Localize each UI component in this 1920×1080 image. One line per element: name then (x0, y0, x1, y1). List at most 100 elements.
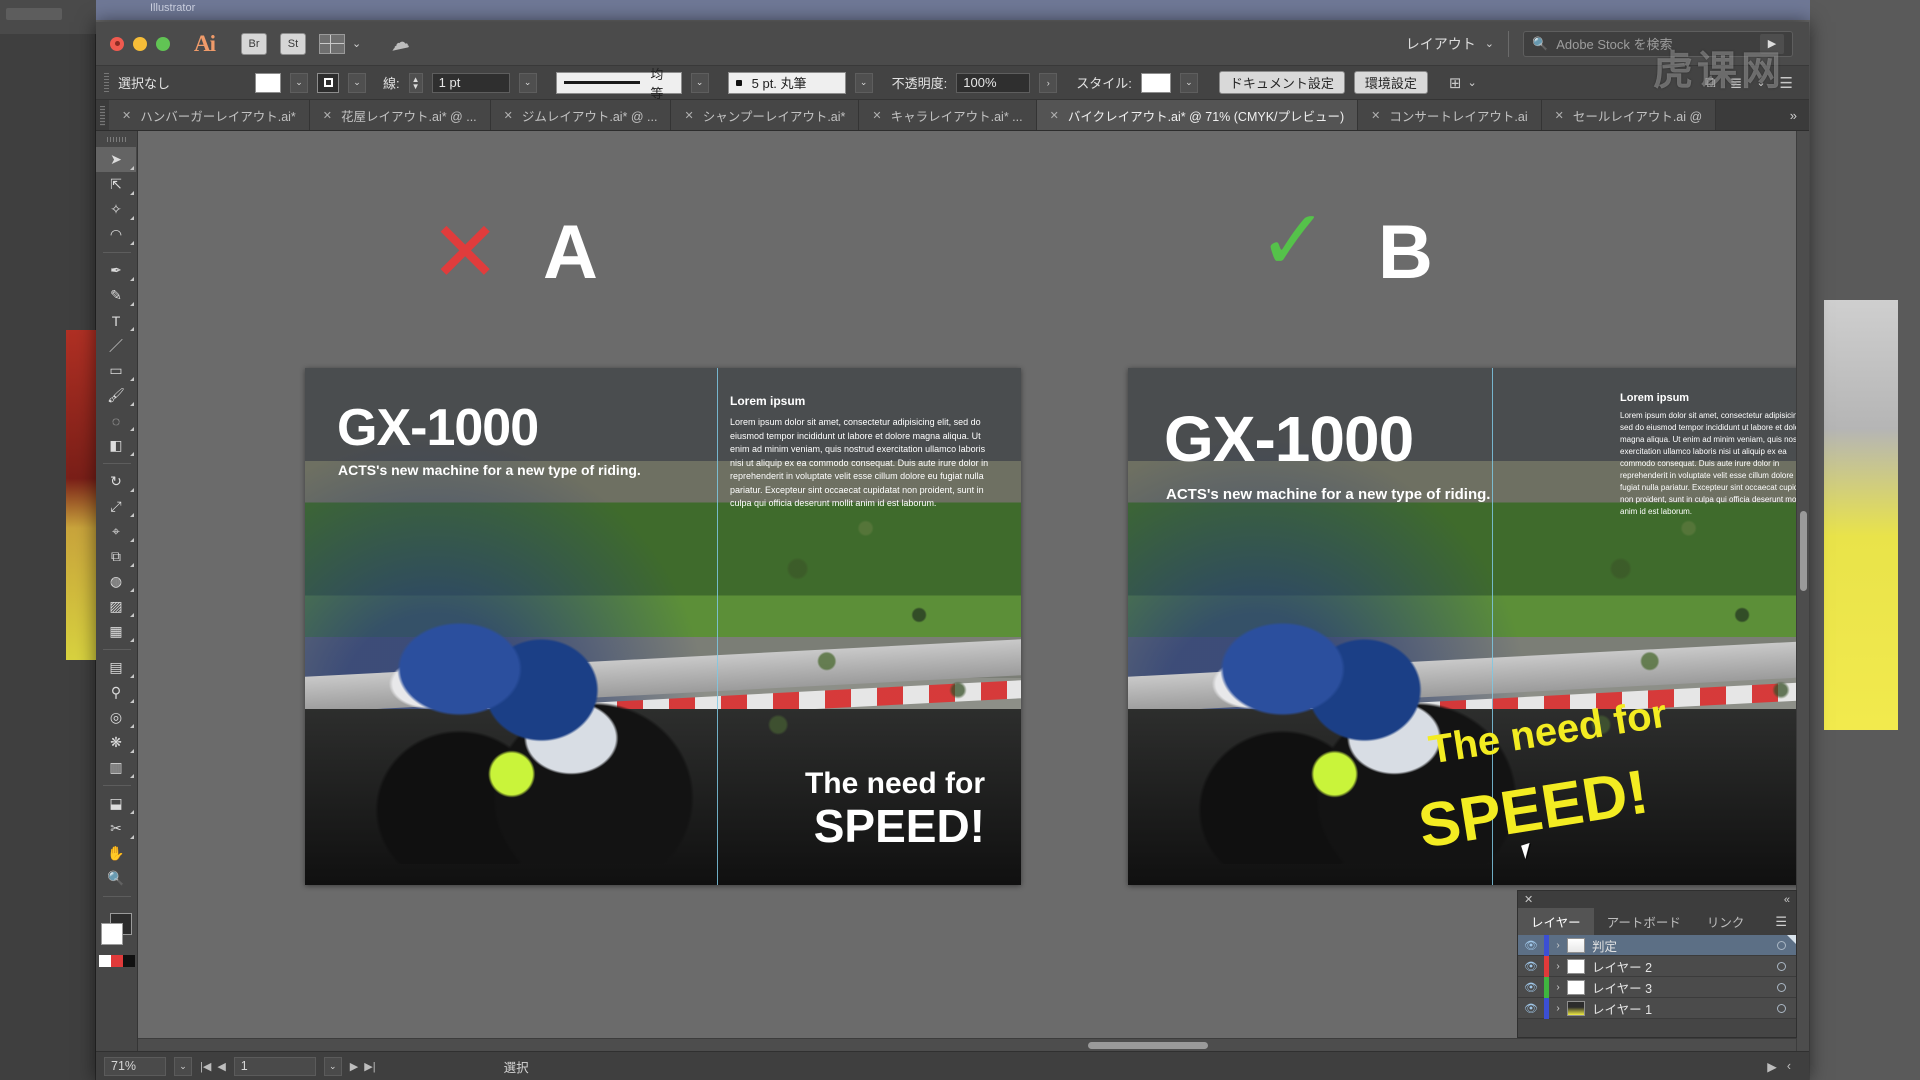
fill-color-box[interactable] (101, 923, 123, 945)
blend-tool[interactable]: ◎ (96, 705, 136, 730)
stroke-profile-dropdown-icon[interactable]: ⌄ (690, 72, 709, 93)
color-swatch-white[interactable] (98, 955, 111, 967)
scale-tool[interactable]: ⤢ (96, 494, 136, 519)
first-artboard-button[interactable]: |◀ (200, 1060, 211, 1073)
slice-tool[interactable]: ✂ (96, 816, 136, 841)
rectangle-tool[interactable]: ▭ (96, 358, 136, 383)
visibility-eye-icon[interactable]: 👁 (1518, 939, 1544, 952)
collapse-icon[interactable]: « (1784, 894, 1790, 906)
zoom-tool[interactable]: 🔍 (96, 866, 136, 891)
close-icon[interactable]: ✕ (872, 109, 881, 122)
transform-icon[interactable]: ⧉ (1705, 74, 1716, 91)
zoom-level-field[interactable]: 71% (104, 1056, 166, 1076)
window-controls[interactable] (110, 36, 170, 51)
rotate-tool[interactable]: ↻ (96, 469, 136, 494)
opacity-field[interactable]: 100% (956, 72, 1031, 93)
control-bar-grip[interactable] (104, 72, 109, 93)
cloud-sync-icon[interactable]: ☁ (388, 30, 411, 56)
tab-overflow-button[interactable]: » (1777, 100, 1809, 130)
free-transform-tool[interactable]: ⧉ (96, 544, 136, 569)
close-icon[interactable]: ✕ (323, 109, 332, 122)
fill-stroke-indicator[interactable] (96, 905, 136, 951)
document-tab[interactable]: ✕ キャラレイアウト.ai* ... (859, 100, 1037, 130)
curvature-tool[interactable]: ✎ (96, 283, 136, 308)
document-tab-active[interactable]: ✕ バイクレイアウト.ai* @ 71% (CMYK/プレビュー) (1036, 100, 1359, 130)
tab-artboards[interactable]: アートボード (1594, 908, 1694, 935)
close-icon[interactable]: ✕ (1371, 109, 1380, 122)
brush-definition-select[interactable]: 5 pt. 丸筆 (727, 71, 846, 94)
panel-menu-icon[interactable]: ☰ (1766, 908, 1796, 935)
search-submit-button[interactable]: ▶ (1760, 33, 1784, 54)
artboard-a[interactable]: GX-1000 ACTS's new machine for a new typ… (305, 368, 1021, 885)
fill-color-swatch[interactable] (255, 72, 281, 93)
target-circle-icon[interactable] (1777, 982, 1786, 992)
minimize-window-button[interactable] (133, 36, 147, 51)
align-panel-icon[interactable]: ≣ (1730, 74, 1743, 92)
style-dropdown-icon[interactable]: ⌄ (1179, 72, 1198, 93)
stroke-profile-select[interactable]: 均等 (555, 67, 682, 101)
hand-tool[interactable]: ✋ (96, 841, 136, 866)
chevron-right-icon[interactable]: › (1549, 982, 1567, 993)
target-circle-icon[interactable] (1777, 1003, 1786, 1013)
layer-row[interactable]: 👁 › レイヤー 1 (1518, 997, 1796, 1019)
chevron-right-icon[interactable]: › (1549, 961, 1567, 972)
last-artboard-button[interactable]: ▶| (364, 1060, 375, 1073)
status-prev-icon[interactable]: ‹ (1787, 1059, 1791, 1074)
layer-row[interactable]: 👁 › レイヤー 2 (1518, 955, 1796, 977)
stroke-color-swatch[interactable] (317, 72, 339, 93)
type-tool[interactable]: T (96, 308, 136, 333)
document-tab[interactable]: ✕ コンサートレイアウト.ai (1358, 100, 1542, 130)
visibility-eye-icon[interactable]: 👁 (1518, 981, 1544, 994)
pen-tool[interactable]: ✒ (96, 258, 136, 283)
layer-row[interactable]: 👁 › 判定 (1518, 934, 1796, 956)
line-segment-tool[interactable]: ／ (96, 333, 136, 358)
chevron-right-icon[interactable]: › (1549, 1003, 1567, 1014)
chevron-right-icon[interactable]: › (1549, 940, 1567, 951)
bridge-button[interactable]: Br (241, 32, 267, 55)
stock-button[interactable]: St (280, 32, 306, 55)
eyedropper-tool[interactable]: ⚲ (96, 680, 136, 705)
shape-builder-tool[interactable]: ◍ (96, 569, 136, 594)
workspace-switcher[interactable]: レイアウト ⌄ (1406, 34, 1494, 54)
visibility-eye-icon[interactable]: 👁 (1518, 960, 1544, 973)
document-tab[interactable]: ✕ ジムレイアウト.ai* @ ... (490, 100, 672, 130)
close-icon[interactable]: ✕ (1555, 109, 1564, 122)
tab-bar-grip[interactable] (100, 106, 105, 126)
close-icon[interactable]: ✕ (684, 109, 693, 122)
close-window-button[interactable] (110, 36, 124, 51)
shaper-tool[interactable]: ◌ (96, 408, 136, 433)
target-circle-icon[interactable] (1777, 961, 1786, 971)
document-tab[interactable]: ✕ ハンバーガーレイアウト.ai* (109, 100, 310, 130)
close-icon[interactable]: ✕ (1524, 893, 1533, 906)
stock-search-field[interactable]: 🔍 Adobe Stock を検索 ▶ (1523, 30, 1793, 57)
panel-menu-icon[interactable]: ☰ (1780, 74, 1793, 92)
stroke-weight-field[interactable]: 1 pt (431, 72, 510, 93)
target-circle-icon[interactable] (1777, 940, 1786, 950)
column-graph-tool[interactable]: ▥ (96, 755, 136, 780)
close-icon[interactable]: ✕ (122, 109, 131, 122)
close-icon[interactable]: ✕ (1050, 109, 1059, 122)
preferences-button[interactable]: 環境設定 (1353, 71, 1428, 94)
opacity-flyout-icon[interactable]: › (1039, 72, 1058, 93)
chevron-down-icon[interactable]: ⌄ (1467, 76, 1476, 89)
magic-wand-tool[interactable]: ✧ (96, 197, 136, 222)
color-swatch-none[interactable] (122, 955, 135, 967)
document-tab[interactable]: ✕ シャンプーレイアウト.ai* (671, 100, 860, 130)
scrollbar-thumb[interactable] (1800, 511, 1807, 591)
direct-selection-tool[interactable]: ⇱ (96, 172, 136, 197)
color-mode-bar[interactable] (98, 955, 135, 967)
fill-dropdown-icon[interactable]: ⌄ (290, 72, 308, 93)
eraser-tool[interactable]: ◧ (96, 433, 136, 458)
chevron-down-icon[interactable]: ⌄ (1485, 37, 1494, 50)
layers-panel[interactable]: ✕ « レイヤー アートボード リンク ☰ 👁 › 判定 👁 › レイヤー 2 … (1517, 890, 1797, 1038)
chevron-down-icon[interactable]: ⌄ (1756, 76, 1765, 89)
artboard-tool[interactable]: ⬓ (96, 791, 136, 816)
visibility-eye-icon[interactable]: 👁 (1518, 1002, 1544, 1015)
mesh-tool[interactable]: ▦ (96, 619, 136, 644)
stroke-weight-stepper[interactable]: ▲ ▼ (408, 72, 423, 93)
stroke-dropdown-icon[interactable]: ⌄ (348, 72, 366, 93)
status-mode-label[interactable]: 選択 (504, 1057, 529, 1076)
previous-artboard-button[interactable]: ◀ (217, 1060, 225, 1073)
stroke-weight-dropdown-icon[interactable]: ⌄ (518, 72, 537, 93)
gradient-tool[interactable]: ▤ (96, 655, 136, 680)
